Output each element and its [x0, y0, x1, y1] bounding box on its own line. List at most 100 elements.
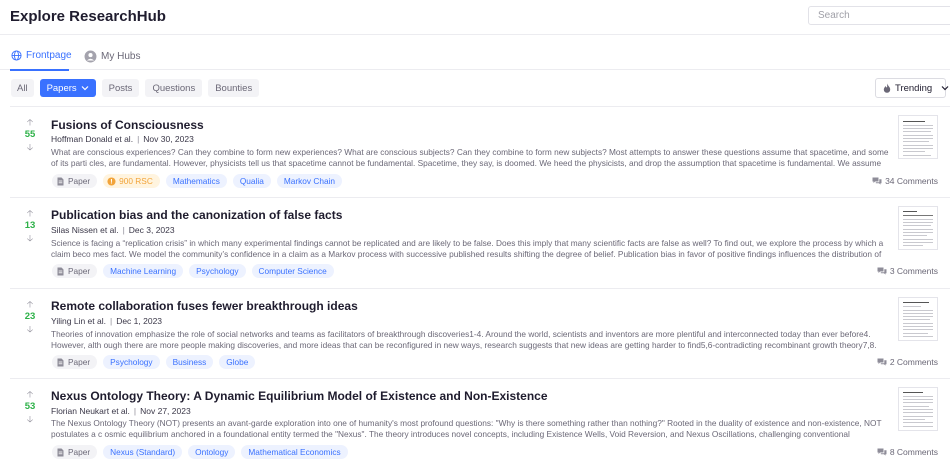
sort-dropdown[interactable]: Trending — [875, 78, 949, 98]
user-circle-icon — [84, 50, 97, 63]
post-date: Dec 3, 2023 — [128, 225, 175, 235]
upvote-icon[interactable]: 🡡 — [22, 299, 38, 310]
tab-frontpage[interactable]: Frontpage — [11, 50, 72, 61]
tab-my-hubs[interactable]: My Hubs — [84, 50, 140, 63]
vote-score: 13 — [24, 220, 36, 231]
post-date: Nov 27, 2023 — [140, 406, 191, 416]
paper-thumbnail[interactable] — [898, 387, 938, 431]
feed-item: 🡡 23 🡣 Remote collaboration fuses fewer … — [0, 289, 950, 379]
hub-tag[interactable]: Markov Chain — [276, 174, 343, 188]
post-authors[interactable]: Florian Neukart et al. — [51, 406, 130, 416]
post-title[interactable]: Remote collaboration fuses fewer breakth… — [51, 299, 358, 313]
globe-icon — [11, 50, 22, 61]
document-icon — [57, 358, 64, 367]
document-icon — [57, 267, 64, 276]
post-tags: Paper ! 900 RSC Mathematics Qualia Marko… — [52, 174, 343, 188]
upvote-icon[interactable]: 🡡 — [22, 208, 38, 219]
post-abstract: What are conscious experiences? Can they… — [51, 147, 889, 168]
upvote-icon[interactable]: 🡡 — [22, 117, 38, 128]
downvote-icon[interactable]: 🡣 — [22, 414, 38, 425]
post-type-badge: Paper — [52, 355, 98, 369]
chevron-down-icon — [941, 85, 949, 91]
comment-count: 8 Comments — [889, 447, 938, 457]
document-icon — [57, 177, 64, 186]
vote-widget: 🡡 53 🡣 — [22, 389, 38, 425]
hub-tag[interactable]: Psychology — [189, 264, 246, 278]
comments-link[interactable]: 2 Comments — [877, 357, 938, 367]
vote-score: 55 — [24, 129, 36, 140]
post-title[interactable]: Fusions of Consciousness — [51, 118, 204, 132]
vote-score: 23 — [24, 311, 36, 322]
feed-item: 🡡 13 🡣 Publication bias and the canoniza… — [0, 198, 950, 288]
downvote-icon[interactable]: 🡣 — [22, 324, 38, 335]
paper-thumbnail[interactable] — [898, 206, 938, 250]
comment-bubble-icon — [877, 267, 887, 275]
post-abstract: The Nexus Ontology Theory (NOT) presents… — [51, 418, 882, 439]
comment-count: 3 Comments — [889, 266, 938, 276]
hub-tag[interactable]: Ontology — [188, 445, 236, 459]
filter-questions[interactable]: Questions — [145, 79, 203, 97]
filter-posts[interactable]: Posts — [101, 79, 140, 97]
hub-tag[interactable]: Globe — [219, 355, 256, 369]
rsc-coin-icon: ! — [107, 176, 116, 186]
search-input[interactable] — [808, 6, 950, 25]
upvote-icon[interactable]: 🡡 — [22, 389, 38, 400]
vote-score: 53 — [24, 401, 36, 412]
feed-item: 🡡 55 🡣 Fusions of Consciousness Hoffman … — [0, 107, 950, 197]
post-authors[interactable]: Hoffman Donald et al. — [51, 134, 133, 144]
hub-tag[interactable]: Psychology — [103, 355, 160, 369]
post-tags: Paper Machine Learning Psychology Comput… — [52, 264, 334, 278]
post-date: Dec 1, 2023 — [116, 316, 163, 326]
post-type-label: Paper — [68, 266, 91, 276]
hub-tag[interactable]: Computer Science — [251, 264, 334, 278]
downvote-icon[interactable]: 🡣 — [22, 142, 38, 153]
hub-tag[interactable]: Mathematics — [165, 174, 227, 188]
hub-tag[interactable]: Machine Learning — [103, 264, 184, 278]
vote-widget: 🡡 13 🡣 — [22, 208, 38, 244]
page-title: Explore ResearchHub — [10, 8, 166, 25]
hub-tag[interactable]: Mathematical Economics — [241, 445, 348, 459]
post-type-badge: Paper — [52, 264, 98, 278]
post-title[interactable]: Nexus Ontology Theory: A Dynamic Equilib… — [51, 389, 548, 403]
post-meta: Yiling Lin et al. | Dec 1, 2023 — [51, 316, 163, 326]
filter-label: Papers — [46, 82, 77, 94]
document-icon — [57, 448, 64, 457]
post-title[interactable]: Publication bias and the canonization of… — [51, 208, 342, 222]
paper-thumbnail[interactable] — [898, 297, 938, 341]
tab-active-indicator — [10, 69, 69, 71]
post-type-label: Paper — [68, 176, 91, 186]
filter-papers[interactable]: Papers — [39, 79, 96, 97]
paper-thumbnail[interactable] — [898, 115, 938, 159]
post-authors[interactable]: Silas Nissen et al. — [51, 225, 119, 235]
svg-text:!: ! — [110, 179, 113, 185]
filter-bounties[interactable]: Bounties — [208, 79, 260, 97]
post-meta: Silas Nissen et al. | Dec 3, 2023 — [51, 225, 175, 235]
comment-count: 34 Comments — [885, 176, 938, 186]
rsc-bounty-badge[interactable]: ! 900 RSC — [103, 174, 160, 188]
post-type-label: Paper — [68, 357, 91, 367]
vote-widget: 🡡 55 🡣 — [22, 117, 38, 153]
comments-link[interactable]: 8 Comments — [877, 447, 938, 457]
comments-link[interactable]: 3 Comments — [877, 266, 938, 276]
type-filters: All Papers Posts Questions Bounties — [11, 79, 260, 97]
rsc-amount: 900 RSC — [119, 176, 153, 186]
filter-all[interactable]: All — [11, 79, 34, 97]
hub-tag[interactable]: Qualia — [232, 174, 271, 188]
comments-link[interactable]: 34 Comments — [872, 176, 938, 186]
hub-tag[interactable]: Nexus (Standard) — [103, 445, 183, 459]
top-bar: Explore ResearchHub — [0, 0, 950, 35]
chevron-down-icon — [81, 85, 89, 91]
hub-tag[interactable]: Business — [165, 355, 214, 369]
downvote-icon[interactable]: 🡣 — [22, 233, 38, 244]
post-meta: Florian Neukart et al. | Nov 27, 2023 — [51, 406, 191, 416]
post-abstract: Theories of innovation emphasize the rol… — [51, 329, 877, 350]
post-date: Nov 30, 2023 — [143, 134, 194, 144]
comment-bubble-icon — [877, 358, 887, 366]
post-tags: Paper Psychology Business Globe — [52, 355, 256, 369]
vote-widget: 🡡 23 🡣 — [22, 299, 38, 335]
sort-label: Trending — [895, 82, 933, 94]
post-type-label: Paper — [68, 447, 91, 457]
post-authors[interactable]: Yiling Lin et al. — [51, 316, 106, 326]
comment-count: 2 Comments — [889, 357, 938, 367]
post-abstract: Science is facing a “replication crisis”… — [51, 238, 884, 259]
